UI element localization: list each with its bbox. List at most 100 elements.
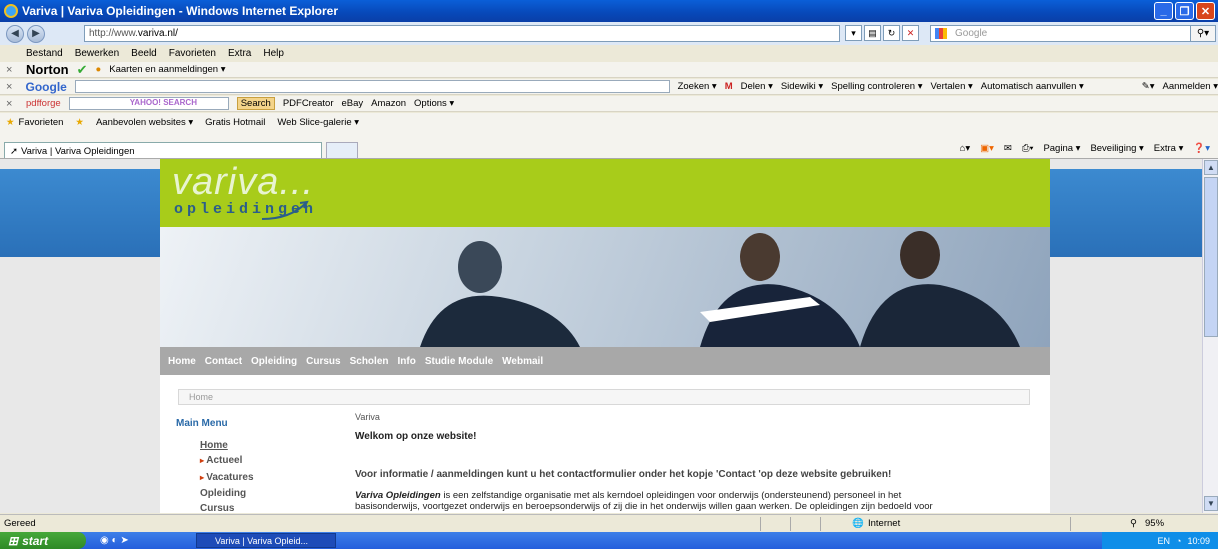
close-toolbar-icon[interactable]: × — [6, 81, 18, 93]
zoom-icon[interactable]: ⚲ — [1130, 518, 1137, 529]
page-menu[interactable]: Pagina ▾ — [1043, 143, 1080, 154]
site-header: variva... opleidingen — [160, 159, 1050, 227]
norton-check-icon[interactable]: ✔ — [77, 62, 88, 77]
close-toolbar-icon[interactable]: × — [6, 64, 18, 76]
menu-help[interactable]: Help — [263, 48, 284, 59]
search-input[interactable]: Google — [930, 25, 1202, 42]
window-title: Variva | Variva Opleidingen - Windows In… — [22, 4, 339, 18]
google-translate-button[interactable]: Vertalen ▾ — [931, 81, 973, 92]
side-opleiding[interactable]: Opleiding — [200, 488, 246, 499]
stop-icon[interactable]: ✕ — [902, 25, 919, 41]
language-indicator[interactable]: EN — [1158, 536, 1171, 546]
tab-label: Variva | Variva Opleidingen — [20, 145, 135, 157]
nav-scholen[interactable]: Scholen — [350, 356, 389, 367]
close-button[interactable]: ✕ — [1196, 2, 1215, 20]
help-icon[interactable]: ❓▾ — [1193, 143, 1210, 154]
rss-icon[interactable]: ▣▾ — [980, 143, 994, 154]
norton-cards-menu[interactable]: Kaarten en aanmeldingen ▾ — [109, 64, 225, 75]
minimize-button[interactable]: _ — [1154, 2, 1173, 20]
favorites-bar: ★ Favorieten ★ Aanbevolen websites ▾ Gra… — [0, 113, 1218, 131]
pdfcreator-button[interactable]: PDFCreator — [283, 98, 334, 109]
tray-icon[interactable]: ◔ — [1176, 536, 1181, 546]
nav-studie-module[interactable]: Studie Module — [425, 356, 493, 367]
menu-extra[interactable]: Extra — [228, 48, 251, 59]
google-autofill-button[interactable]: Automatisch aanvullen ▾ — [981, 81, 1084, 92]
start-label: start — [22, 533, 49, 548]
yahoo-search-input[interactable]: YAHOO! SEARCH — [68, 97, 229, 110]
page-content: variva... opleidingen Home Contact Oplei… — [0, 159, 1202, 513]
add-favorite-icon[interactable]: ★ — [75, 117, 84, 128]
ebay-button[interactable]: eBay — [342, 98, 364, 109]
compat-icon[interactable]: ▤ — [864, 25, 881, 41]
tools-menu[interactable]: Extra ▾ — [1154, 143, 1184, 154]
zoom-level[interactable]: 95% — [1145, 518, 1164, 529]
restore-button[interactable]: ❐ — [1175, 2, 1194, 20]
breadcrumb-home[interactable]: Home — [189, 392, 213, 402]
nav-info[interactable]: Info — [398, 356, 416, 367]
intro-paragraph: Variva Opleidingen is een zelfstandige o… — [355, 490, 1031, 512]
star-icon: ★ — [6, 116, 15, 128]
side-vacatures[interactable]: Vacatures — [200, 472, 253, 483]
back-icon[interactable]: ◀ — [6, 24, 24, 43]
home-icon[interactable]: ⌂▾ — [960, 143, 971, 154]
menu-bar: Bestand Bewerken Beeld Favorieten Extra … — [0, 46, 1218, 61]
nav-contact[interactable]: Contact — [205, 356, 242, 367]
refresh-icon[interactable]: ↻ — [883, 25, 900, 41]
google-search-input[interactable] — [74, 80, 670, 93]
status-bar: Gereed 🌐 Internet ⚲ 95% — [0, 514, 1218, 532]
section-label: Variva — [355, 412, 380, 422]
menu-bestand[interactable]: Bestand — [26, 48, 63, 59]
dropdown-icon[interactable]: ▾ — [845, 25, 862, 41]
address-row: ◀ ▶ http://www. variva.nl/ ▾ ▤ ↻ ✕ Google… — [0, 22, 1218, 45]
quicklaunch-icon[interactable]: ◉ ◐ ➤ — [100, 535, 129, 546]
fav-hotmail[interactable]: Gratis Hotmail — [205, 117, 265, 128]
menu-favorieten[interactable]: Favorieten — [169, 48, 216, 59]
start-button[interactable]: ⊞ start — [0, 532, 86, 549]
close-toolbar-icon[interactable]: × — [6, 98, 18, 110]
forward-icon[interactable]: ▶ — [27, 24, 45, 43]
norton-logo[interactable]: Norton — [26, 62, 69, 77]
amazon-button[interactable]: Amazon — [371, 98, 406, 109]
google-logo: Google — [25, 79, 67, 94]
menu-bewerken[interactable]: Bewerken — [75, 48, 119, 59]
side-home[interactable]: Home — [200, 440, 228, 451]
url-domain: variva.nl/ — [137, 28, 178, 39]
google-sidewiki-button[interactable]: Sidewiki ▾ — [781, 81, 823, 92]
search-button[interactable]: ⚲▾ — [1190, 25, 1216, 42]
scroll-thumb[interactable] — [1204, 177, 1218, 337]
vertical-scrollbar[interactable]: ▲ ▼ — [1202, 159, 1218, 513]
header-photo — [160, 227, 1050, 347]
nav-opleiding[interactable]: Opleiding — [251, 356, 297, 367]
swoosh-icon — [261, 200, 309, 220]
google-spellcheck-button[interactable]: Spelling controleren ▾ — [831, 81, 922, 92]
scroll-up-icon[interactable]: ▲ — [1204, 160, 1218, 175]
mail-icon[interactable]: ✉ — [1004, 143, 1012, 154]
nav-cursus[interactable]: Cursus — [306, 356, 340, 367]
google-share-button[interactable]: Delen ▾ — [741, 81, 773, 92]
scroll-down-icon[interactable]: ▼ — [1204, 496, 1218, 511]
gmail-icon[interactable]: M — [725, 81, 733, 92]
fav-web-slice[interactable]: Web Slice-galerie ▾ — [277, 117, 359, 128]
fav-suggested-sites[interactable]: Aanbevolen websites ▾ — [96, 117, 193, 128]
clock: 10:09 — [1187, 535, 1210, 546]
security-menu[interactable]: Beveiliging ▾ — [1090, 143, 1143, 154]
site-logo[interactable]: variva... — [172, 161, 314, 204]
options-button[interactable]: Options ▾ — [414, 98, 454, 109]
tab-variva[interactable]: ➚ Variva | Variva Opleidingen — [4, 142, 322, 158]
wrench-icon[interactable]: ✎▾ — [1142, 81, 1155, 92]
favorites-button[interactable]: Favorieten — [19, 117, 64, 128]
nav-webmail[interactable]: Webmail — [502, 356, 543, 367]
yahoo-search-button[interactable]: Search — [236, 97, 275, 110]
tab-row: ➚ Variva | Variva Opleidingen ⌂▾ ▣▾ ✉ ⎙▾… — [0, 131, 1218, 159]
side-actueel[interactable]: Actueel — [200, 455, 242, 466]
nav-home[interactable]: Home — [168, 356, 196, 367]
side-cursus[interactable]: Cursus — [200, 503, 234, 513]
menu-beeld[interactable]: Beeld — [131, 48, 157, 59]
globe-icon: 🌐 — [852, 518, 864, 529]
print-icon[interactable]: ⎙▾ — [1022, 143, 1034, 154]
taskbar-ie-item[interactable]: Variva | Variva Opleid... — [196, 533, 336, 548]
signin-button[interactable]: Aanmelden ▾ — [1163, 81, 1218, 92]
new-tab-button[interactable] — [326, 142, 358, 158]
address-field[interactable]: http://www. variva.nl/ — [84, 25, 840, 42]
google-search-button[interactable]: Zoeken ▾ — [678, 81, 717, 92]
